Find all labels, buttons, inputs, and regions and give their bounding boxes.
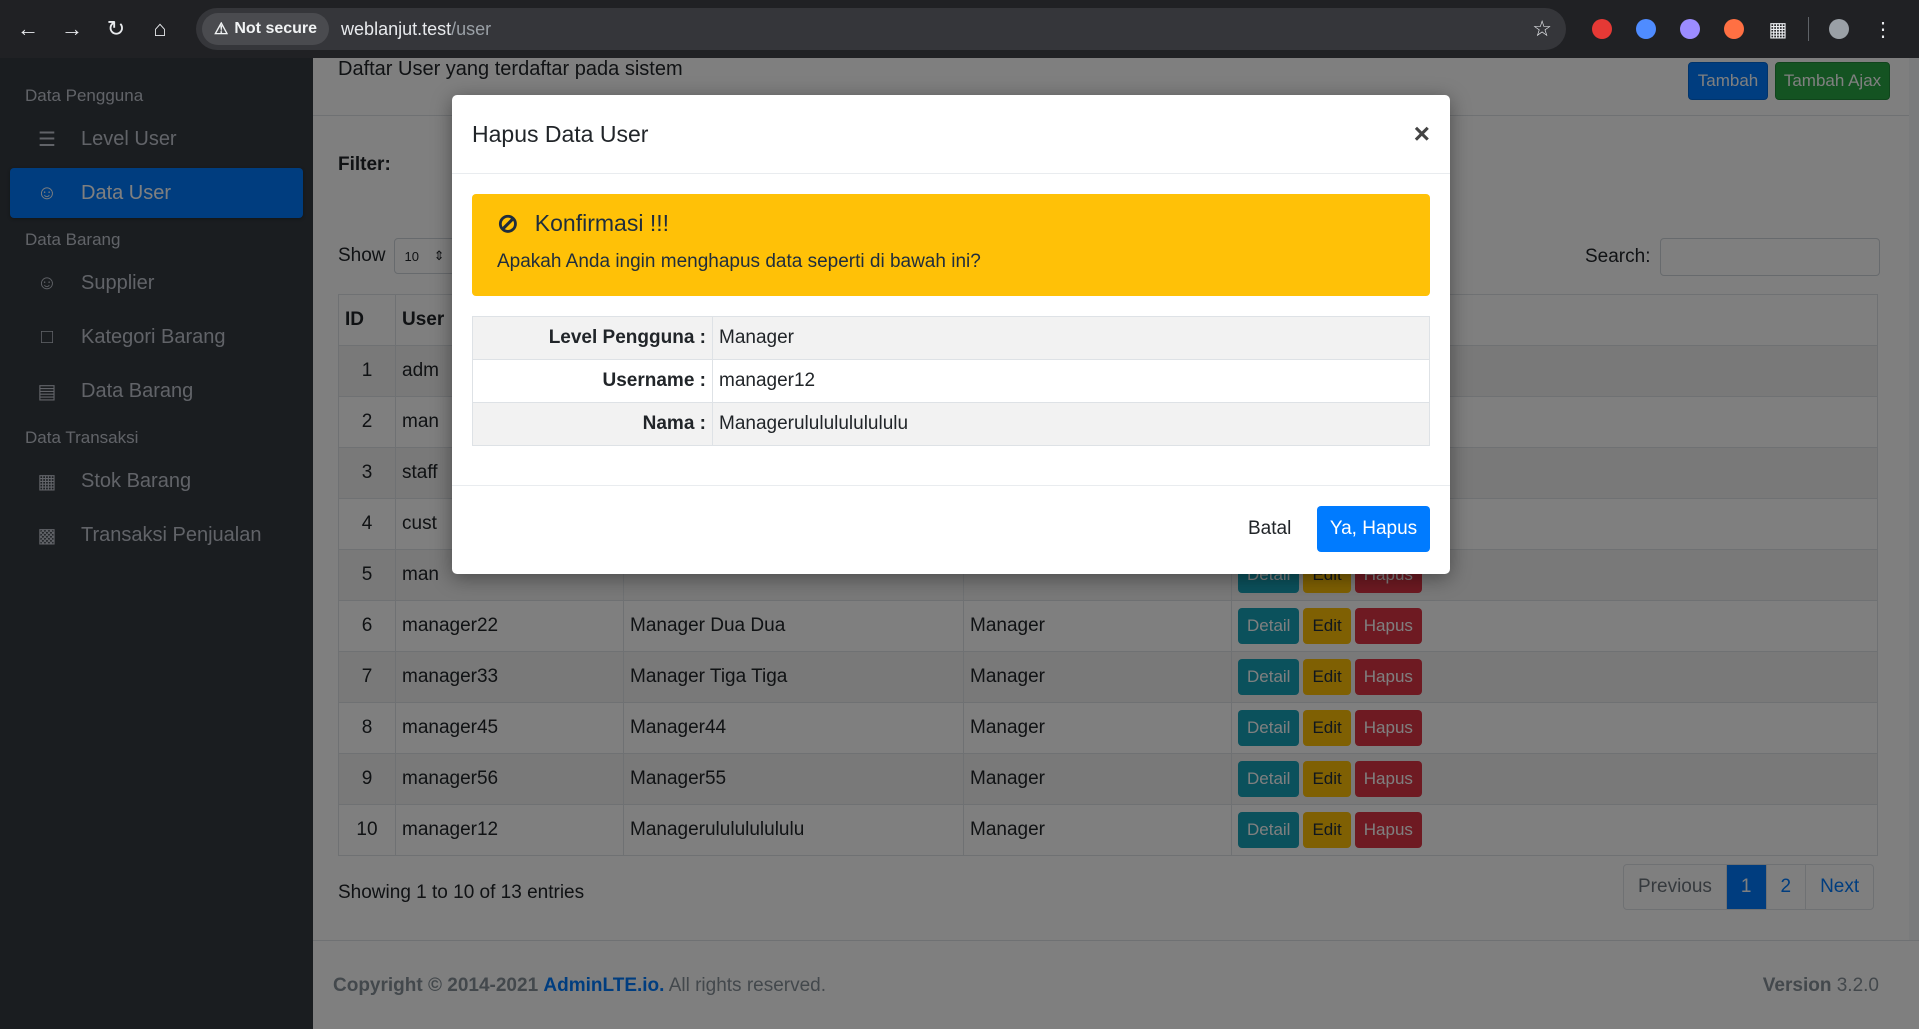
extension-orange-icon[interactable] [1712,7,1756,51]
delete-user-modal: Hapus Data User × ⊘ Konfirmasi !!! Apaka… [452,95,1450,574]
detail-row-nama: Nama : Managerulululululululu [472,402,1430,446]
bookmark-star-icon[interactable]: ☆ [1532,16,1552,42]
extension-red-icon[interactable] [1580,7,1624,51]
url-path: /user [451,18,492,39]
address-bar[interactable]: ⚠ Not secure weblanjut.test/user ☆ [196,8,1566,50]
modal-body: ⊘ Konfirmasi !!! Apakah Anda ingin mengh… [452,174,1450,466]
toolbar-divider [1808,17,1809,41]
detail-table: Level Pengguna : Manager Username : mana… [472,316,1430,446]
puzzle-icon[interactable]: ▦ [1756,7,1800,51]
detail-row-level: Level Pengguna : Manager [472,316,1430,360]
alert-text: Apakah Anda ingin menghapus data seperti… [497,251,981,272]
confirm-alert: ⊘ Konfirmasi !!! Apakah Anda ingin mengh… [472,194,1430,296]
confirm-delete-button[interactable]: Ya, Hapus [1317,506,1430,552]
detail-label: Nama : [472,402,713,446]
modal-header: Hapus Data User × [452,95,1450,174]
ban-icon: ⊘ [497,208,519,238]
extension-blue-icon[interactable] [1624,7,1668,51]
warning-icon: ⚠ [214,21,229,38]
modal-title: Hapus Data User [472,120,649,147]
url-text: weblanjut.test/user [341,19,491,40]
url-host: weblanjut.test [341,18,452,39]
batal-button[interactable]: Batal [1232,506,1307,552]
back-icon[interactable]: ← [6,7,50,51]
reload-icon[interactable]: ↻ [94,7,138,51]
detail-row-username: Username : manager12 [472,359,1430,403]
detail-label: Level Pengguna : [472,316,713,360]
profile-avatar[interactable] [1817,7,1861,51]
alert-title: Konfirmasi !!! [534,210,670,236]
detail-value: manager12 [712,359,1430,403]
detail-value: Manager [712,316,1430,360]
security-label: Not secure [234,20,318,37]
detail-value: Managerulululululululu [712,402,1430,446]
modal-footer: Batal Ya, Hapus [452,485,1450,574]
menu-kebab-icon[interactable]: ⋮ [1861,7,1905,51]
forward-icon[interactable]: → [50,7,94,51]
extension-purple-icon[interactable] [1668,7,1712,51]
security-chip[interactable]: ⚠ Not secure [202,13,330,45]
close-icon[interactable]: × [1414,118,1430,150]
extensions-tray: ▦ ⋮ [1580,0,1905,58]
detail-label: Username : [472,359,713,403]
browser-toolbar: ← → ↻ ⌂ ⚠ Not secure weblanjut.test/user… [0,0,1919,58]
home-icon[interactable]: ⌂ [138,7,182,51]
